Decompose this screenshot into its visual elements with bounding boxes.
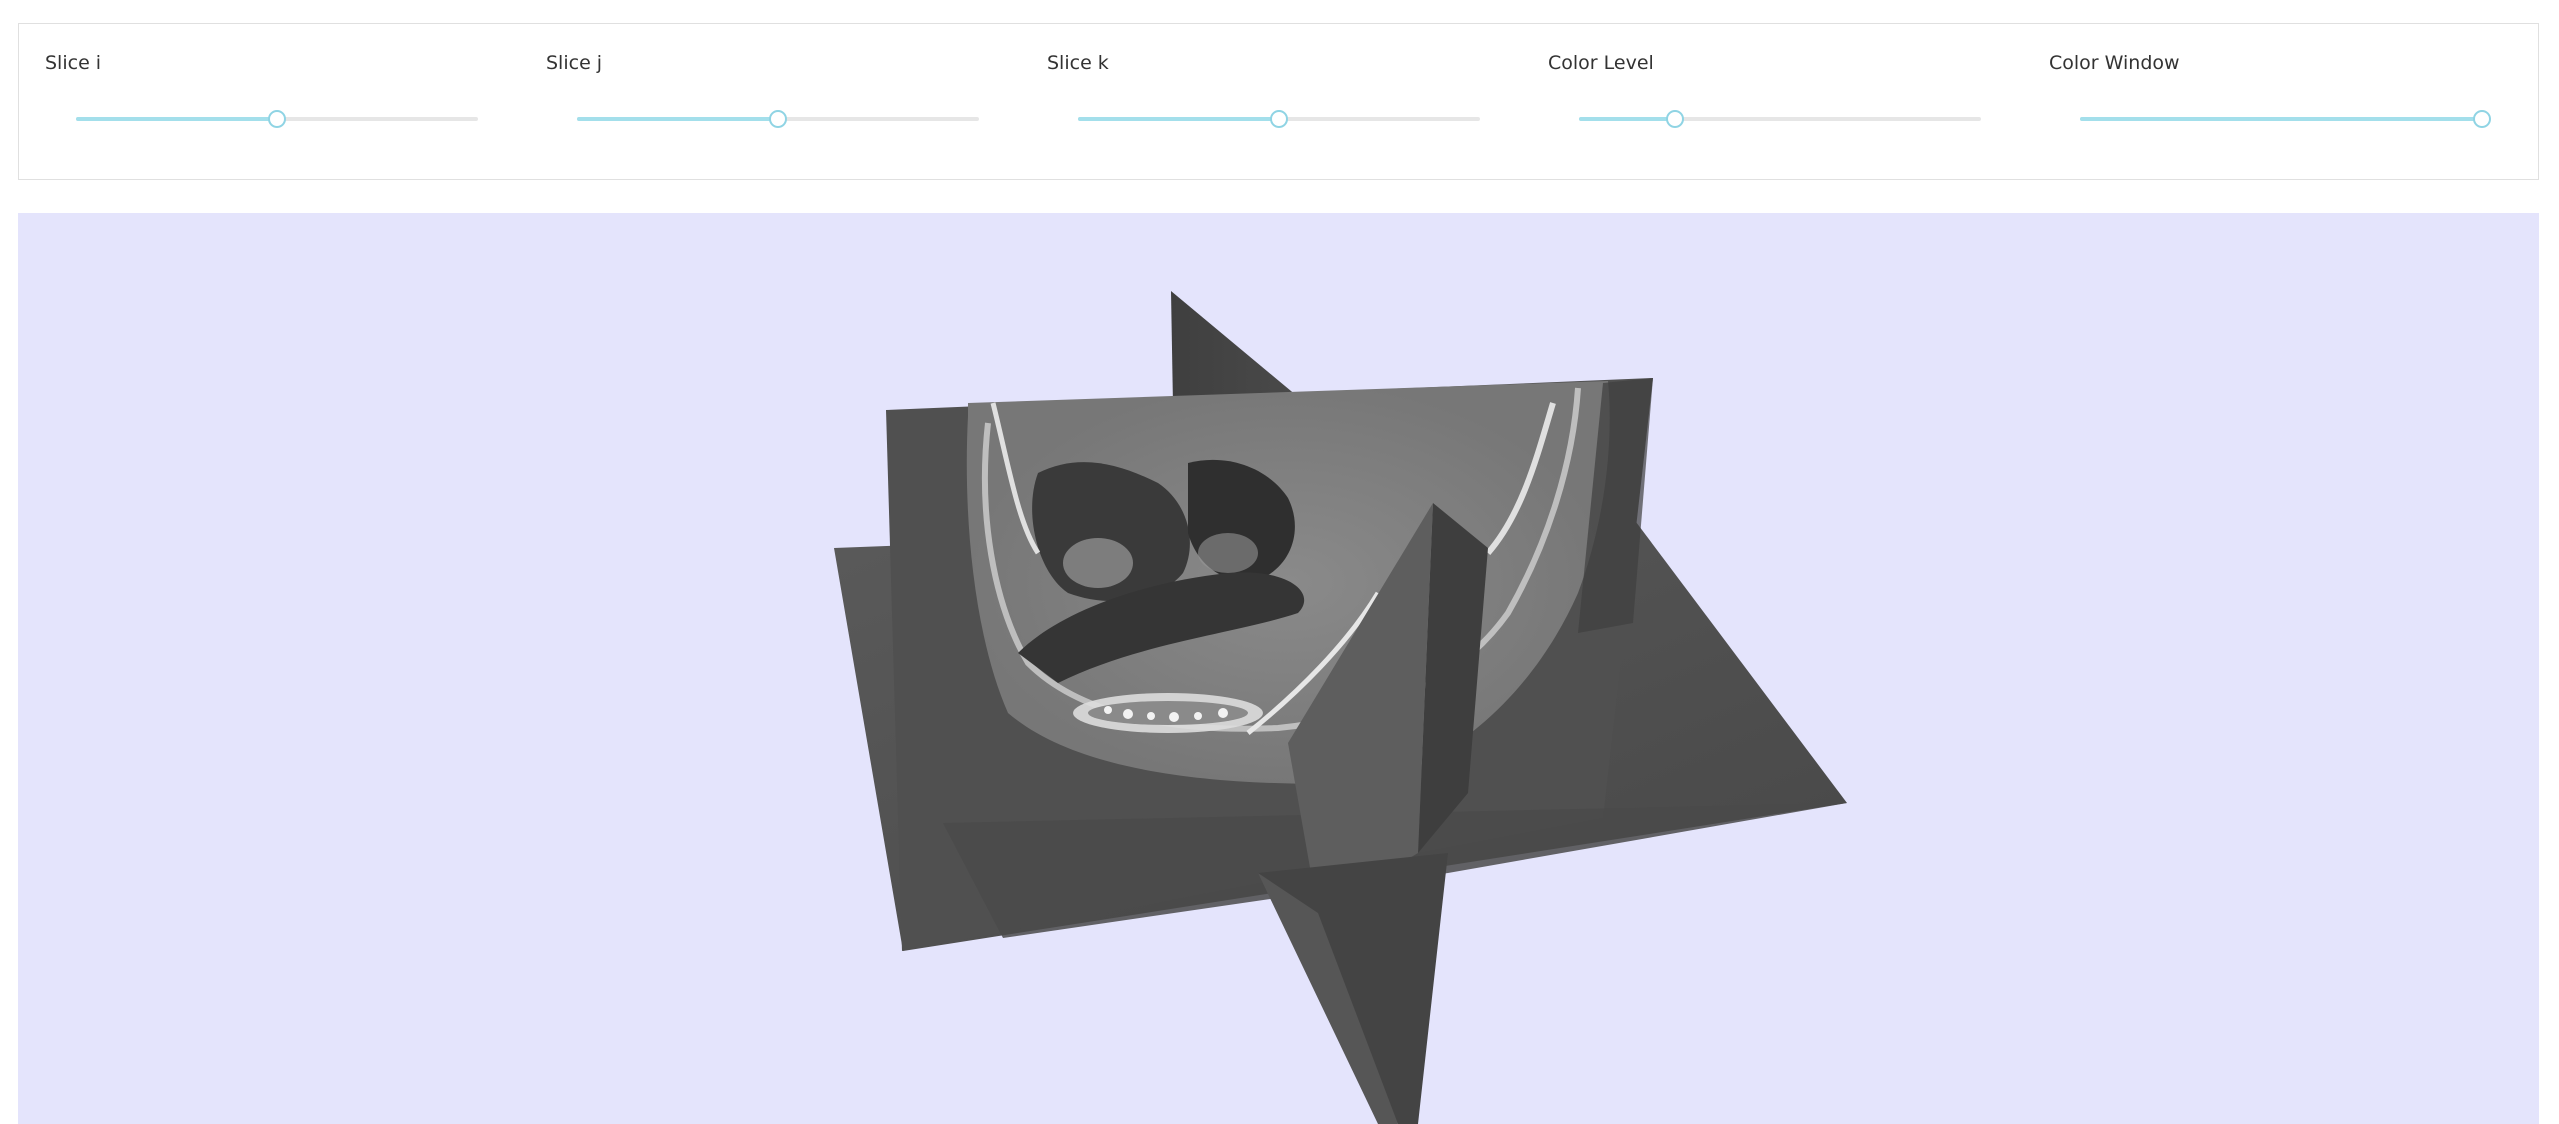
slice-i-control: Slice i	[45, 24, 478, 181]
slice-j-label: Slice j	[546, 52, 603, 74]
slider-track	[2080, 117, 2482, 121]
slider-track	[76, 117, 277, 121]
slice-j-slider[interactable]	[577, 109, 979, 129]
slice-i-label: Slice i	[45, 52, 102, 74]
color-window-label: Color Window	[2049, 52, 2180, 74]
color-level-slider-handle[interactable]	[1666, 110, 1685, 128]
slice-i-slider[interactable]	[76, 109, 478, 129]
slice-controls-panel: Slice i Slice j Slice k Color Level Colo…	[18, 23, 2539, 180]
slice-k-slider[interactable]	[1078, 109, 1480, 129]
color-window-control: Color Window	[2049, 24, 2491, 181]
slice-i-slider-handle[interactable]	[268, 110, 286, 128]
color-level-label: Color Level	[1548, 52, 1654, 74]
3d-render-viewport[interactable]	[18, 213, 2539, 1124]
slice-j-control: Slice j	[546, 24, 979, 181]
color-level-control: Color Level	[1548, 24, 1981, 181]
color-window-slider[interactable]	[2080, 109, 2491, 129]
slider-track	[1579, 117, 1676, 121]
slider-track	[577, 117, 778, 121]
color-window-slider-handle[interactable]	[2473, 110, 2491, 128]
slice-k-slider-handle[interactable]	[1270, 110, 1288, 128]
ct-slice-planes-render[interactable]	[18, 213, 2539, 1124]
slice-k-control: Slice k	[1047, 24, 1480, 181]
color-level-slider[interactable]	[1579, 109, 1981, 129]
slice-j-slider-handle[interactable]	[769, 110, 787, 128]
slider-track	[1078, 117, 1279, 121]
slice-k-label: Slice k	[1047, 52, 1109, 74]
